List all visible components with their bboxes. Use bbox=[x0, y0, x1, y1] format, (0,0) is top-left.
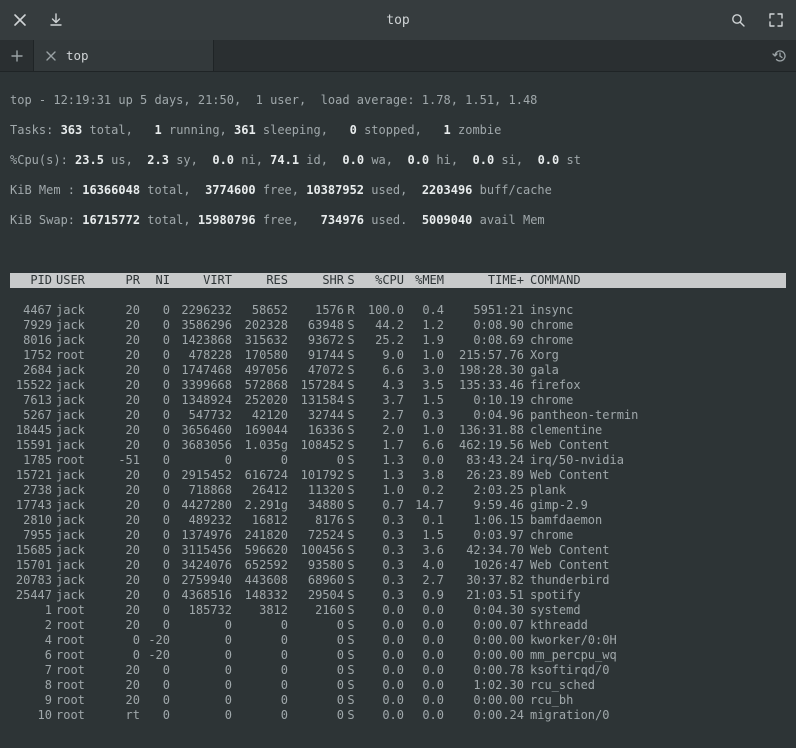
process-row: 15522jack2003399668572868157284S4.33.513… bbox=[10, 378, 786, 393]
process-row: 4root0-20000S0.00.00:00.00kworker/0:0H bbox=[10, 633, 786, 648]
process-row: 15701jack200342407665259293580S0.34.0102… bbox=[10, 558, 786, 573]
process-row: 15591jack20036830561.035g108452S1.76.646… bbox=[10, 438, 786, 453]
process-row: 1root20018573238122160S0.00.00:04.30syst… bbox=[10, 603, 786, 618]
window-titlebar: top bbox=[0, 0, 796, 40]
process-row: 7929jack200358629620232863948S44.21.20:0… bbox=[10, 318, 786, 333]
process-row: 2810jack200489232168128176S0.30.11:06.15… bbox=[10, 513, 786, 528]
process-row: 8016jack200142386831563293672S25.21.90:0… bbox=[10, 333, 786, 348]
process-row: 17743jack20044272802.291g34880S0.714.79:… bbox=[10, 498, 786, 513]
terminal-output[interactable]: top - 12:19:31 up 5 days, 21:50, 1 user,… bbox=[0, 72, 796, 748]
process-row: 8root200000S0.00.01:02.30rcu_sched bbox=[10, 678, 786, 693]
summary-line-mem: KiB Mem : 16366048 total, 3774600 free, … bbox=[10, 183, 786, 198]
process-row: 6root0-20000S0.00.00:00.00mm_percpu_wq bbox=[10, 648, 786, 663]
summary-line-tasks: Tasks: 363 total, 1 running, 361 sleepin… bbox=[10, 123, 786, 138]
history-icon[interactable] bbox=[772, 40, 788, 71]
process-row: 1785root-510000S1.30.083:43.24irq/50-nvi… bbox=[10, 453, 786, 468]
process-row: 1752root20047822817058091744S9.01.0215:5… bbox=[10, 348, 786, 363]
download-icon[interactable] bbox=[46, 10, 66, 30]
process-table-body: 4467jack2002296232586521576R100.00.45951… bbox=[10, 303, 786, 723]
tab-bar: top bbox=[0, 40, 796, 72]
process-row: 15721jack2002915452616724101792S1.33.826… bbox=[10, 468, 786, 483]
process-row: 7613jack2001348924252020131584S3.71.50:1… bbox=[10, 393, 786, 408]
process-row: 20783jack200275994044360868960S0.32.730:… bbox=[10, 573, 786, 588]
process-row: 7955jack200137497624182072524S0.31.50:03… bbox=[10, 528, 786, 543]
summary-line-cpu: %Cpu(s): 23.5 us, 2.3 sy, 0.0 ni, 74.1 i… bbox=[10, 153, 786, 168]
process-row: 2684jack200174746849705647072S6.63.0198:… bbox=[10, 363, 786, 378]
summary-line-swap: KiB Swap: 16715772 total, 15980796 free,… bbox=[10, 213, 786, 228]
process-row: 2root200000S0.00.00:00.07kthreadd bbox=[10, 618, 786, 633]
close-window-icon[interactable] bbox=[10, 10, 30, 30]
process-row: 15685jack2003115456596620100456S0.33.642… bbox=[10, 543, 786, 558]
window-title: top bbox=[0, 13, 796, 28]
process-row: 25447jack200436851614833229504S0.30.921:… bbox=[10, 588, 786, 603]
process-row: 5267jack2005477324212032744S2.70.30:04.9… bbox=[10, 408, 786, 423]
process-row: 7root200000S0.00.00:00.78ksoftirqd/0 bbox=[10, 663, 786, 678]
process-row: 2738jack2007188682641211320S1.00.22:03.2… bbox=[10, 483, 786, 498]
tab-label: top bbox=[66, 48, 201, 63]
process-row: 18445jack200365646016904416336S2.01.0136… bbox=[10, 423, 786, 438]
maximize-icon[interactable] bbox=[766, 10, 786, 30]
tab-active[interactable]: top bbox=[34, 40, 214, 71]
tab-close-icon[interactable] bbox=[46, 51, 56, 61]
process-table-header: PIDUSERPRNIVIRTRESSHRS%CPU%MEMTIME+COMMA… bbox=[10, 273, 786, 288]
summary-line-uptime: top - 12:19:31 up 5 days, 21:50, 1 user,… bbox=[10, 93, 786, 108]
process-row: 4467jack2002296232586521576R100.00.45951… bbox=[10, 303, 786, 318]
new-tab-button[interactable] bbox=[0, 40, 34, 71]
process-row: 10rootrt0000S0.00.00:00.24migration/0 bbox=[10, 708, 786, 723]
search-icon[interactable] bbox=[728, 10, 748, 30]
process-row: 9root200000S0.00.00:00.00rcu_bh bbox=[10, 693, 786, 708]
